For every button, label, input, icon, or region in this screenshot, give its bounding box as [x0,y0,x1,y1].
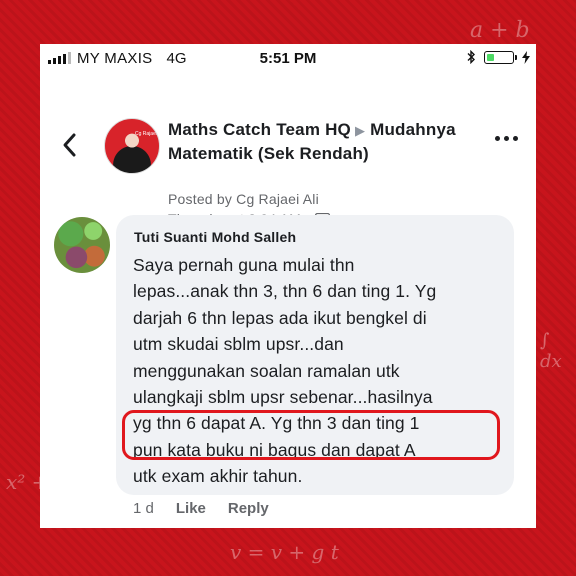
group-avatar[interactable]: Cg Rajaei [104,118,160,174]
background-doodle: ∫ dx [540,330,562,372]
highlight-box [122,410,500,460]
posted-by[interactable]: Posted by Cg Rajaei Ali [168,191,319,207]
charging-icon [522,50,530,64]
battery-fill [487,53,494,61]
bluetooth-icon [467,50,475,64]
arrow-right-icon: ▶ [354,123,366,138]
comment-age[interactable]: 1 d [133,500,154,517]
like-button[interactable]: Like [176,500,206,517]
comment-line: lepas...anak thn 3, thn 6 dan ting 1. Yg [133,281,437,302]
comment-actions: 1 d Like Reply [133,500,269,517]
avatar-logo-text: Cg Rajaei [135,131,157,137]
comment-line: darjah 6 thn lepas ada ikut bengkel di [133,307,427,328]
comment-line: utk exam akhir tahun. [133,466,303,487]
comment-line: menggunakan soalan ramalan utk [133,360,400,381]
reply-button[interactable]: Reply [228,500,269,517]
more-options-icon[interactable] [495,136,518,141]
status-time: 5:51 PM [259,49,317,67]
status-right-group [467,50,530,64]
commenter-avatar[interactable] [54,217,110,273]
back-arrow-icon[interactable] [60,130,78,160]
battery-icon [484,50,517,64]
group-name[interactable]: Maths Catch Team HQ [168,120,351,139]
comment-line: utm skudai sblm upsr...dan [133,334,344,355]
comment-line: ulangkaji sblm upsr sebenar...hasilnya [133,387,433,408]
screenshot-card: MY MAXIS 4G 5:51 PM Cg Rajaei Maths Catc… [40,44,536,528]
background-doodle: a + b [470,18,530,43]
comment-author[interactable]: Tuti Suanti Mohd Salleh [134,229,296,245]
post-title[interactable]: Maths Catch Team HQ ▶ Mudahnya Matematik … [168,118,468,165]
status-bar: MY MAXIS 4G 5:51 PM [40,44,536,72]
background-doodle: v = v + g t [230,540,339,564]
comment-line: Saya pernah guna mulai thn [133,255,355,275]
